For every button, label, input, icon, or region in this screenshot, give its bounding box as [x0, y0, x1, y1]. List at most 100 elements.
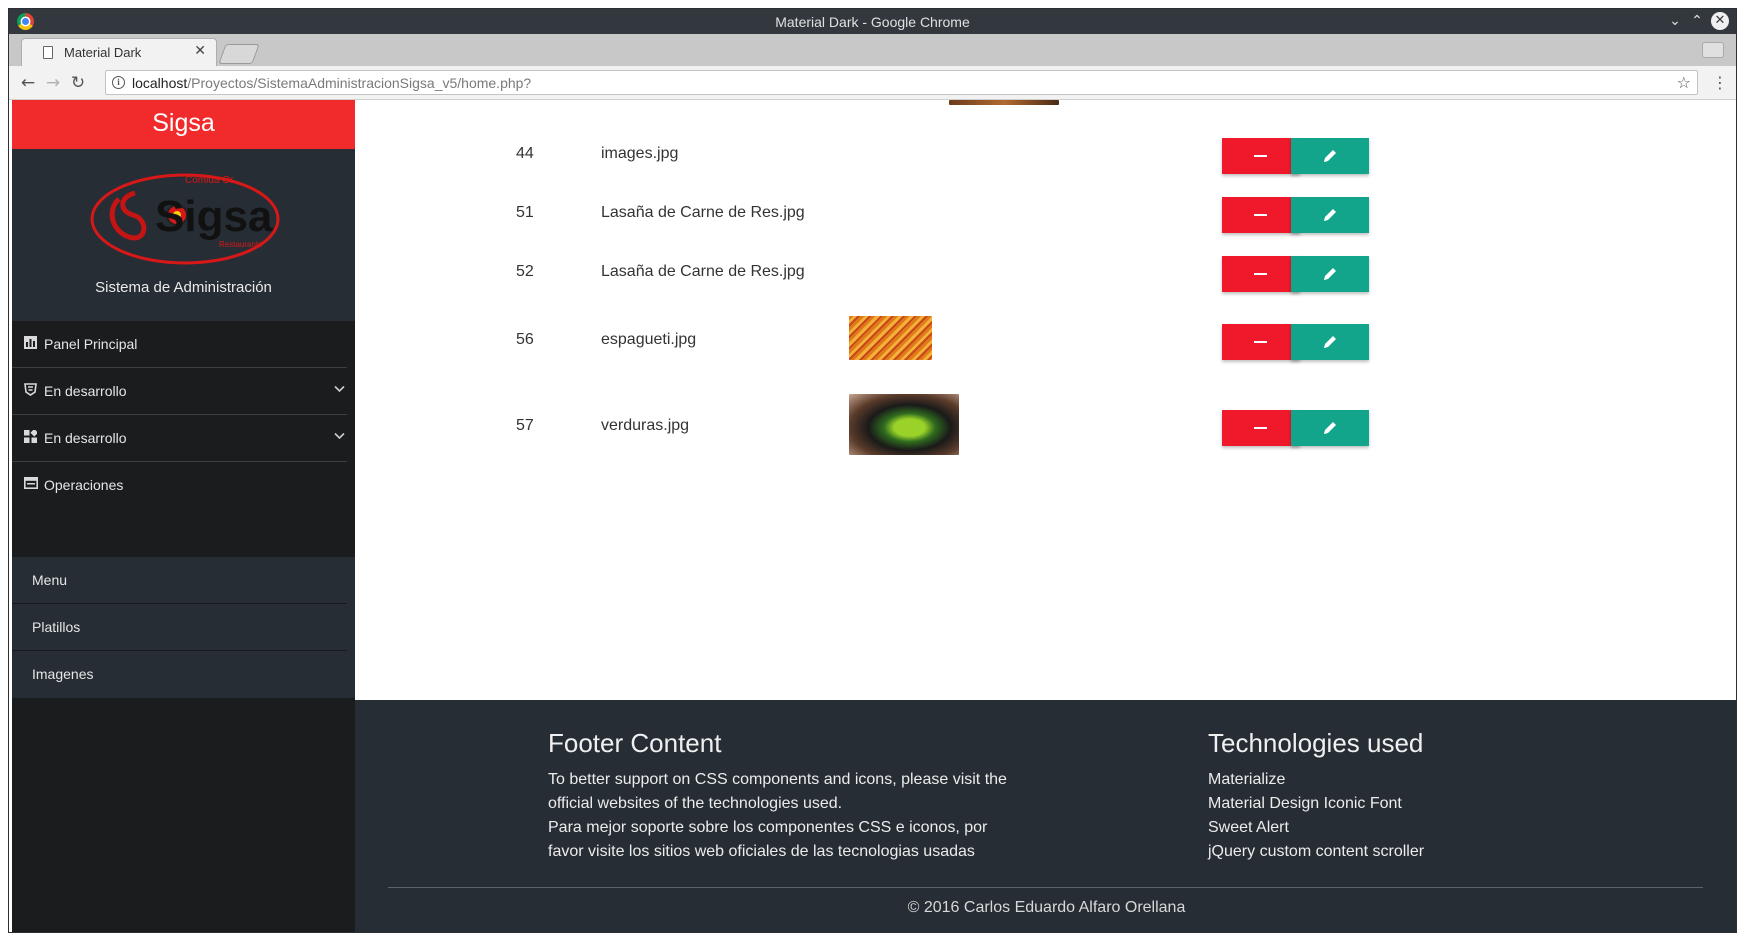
sidebar-item-label: Operaciones — [44, 477, 124, 493]
url-text[interactable]: localhost/Proyectos/SistemaAdministracio… — [132, 75, 531, 91]
row-id: 51 — [516, 204, 534, 221]
sidebar-menu: Panel Principal En desarrollo En desarro… — [12, 321, 355, 508]
info-icon[interactable]: i — [112, 76, 125, 89]
system-caption: Sistema de Administración — [95, 279, 272, 296]
vegetables-image — [849, 394, 959, 455]
edit-button[interactable] — [1291, 138, 1369, 174]
browser-toolbar: ← → ↻ i localhost/Proyectos/SistemaAdmin… — [9, 66, 1736, 100]
pencil-icon — [1324, 209, 1336, 221]
footer-line: favor visite los sitios web oficiales de… — [548, 843, 975, 860]
sigsa-logo: Sigsa Comida Or Restaurante — [90, 173, 280, 265]
profile-block: Sigsa Comida Or Restaurante Sistema de A… — [12, 149, 355, 321]
submenu-item-platillos[interactable]: Platillos — [12, 604, 347, 651]
footer-line: official websites of the technologies us… — [548, 795, 843, 812]
sidebar-item-label: Panel Principal — [44, 336, 138, 352]
minus-icon — [1254, 427, 1267, 429]
technologies-title: Technologies used — [1208, 728, 1424, 758]
edit-button[interactable] — [1291, 256, 1369, 292]
minus-icon — [1254, 214, 1267, 216]
browser-window: Material Dark - Google Chrome ⌄ ⌃ ✕ Mate… — [8, 8, 1737, 933]
brand-title[interactable]: Sigsa — [12, 100, 355, 149]
pencil-icon — [1324, 268, 1336, 280]
page-icon — [43, 46, 53, 59]
maximize-icon[interactable]: ⌃ — [1688, 12, 1706, 30]
page-footer: Footer Content To better support on CSS … — [355, 700, 1736, 932]
row-filename: verduras.jpg — [601, 417, 690, 434]
svg-text:Comida Or: Comida Or — [185, 175, 234, 186]
footer-divider — [388, 887, 1703, 888]
row-id: 52 — [516, 263, 534, 280]
css-icon — [24, 383, 38, 396]
pencil-icon — [1324, 336, 1336, 348]
row-filename: Lasaña de Carne de Res.jpg — [601, 204, 805, 221]
copyright: © 2016 Carlos Eduardo Alfaro Orellana — [907, 899, 1186, 916]
back-arrow-icon[interactable]: ← — [18, 73, 38, 93]
delete-button[interactable] — [1222, 256, 1300, 292]
svg-text:Sigsa: Sigsa — [155, 192, 273, 241]
sidebar-item-en-desarrollo-1[interactable]: En desarrollo — [12, 368, 347, 415]
chevron-down-icon — [334, 429, 345, 443]
window-icon — [24, 477, 38, 490]
tab-close-icon[interactable]: ✕ — [194, 43, 206, 59]
row-filename: Lasaña de Carne de Res.jpg — [601, 263, 805, 280]
edit-button[interactable] — [1291, 410, 1369, 446]
browser-menu-icon[interactable]: ⋮ — [1712, 73, 1728, 92]
reload-icon[interactable]: ↻ — [68, 73, 88, 93]
address-bar[interactable]: i localhost/Proyectos/SistemaAdministrac… — [105, 70, 1698, 95]
sidebar-item-en-desarrollo-2[interactable]: En desarrollo — [12, 415, 347, 462]
title-bar: Material Dark - Google Chrome ⌄ ⌃ ✕ — [9, 9, 1736, 34]
submenu-item-label: Imagenes — [32, 666, 94, 682]
tech-link-sweet-alert[interactable]: Sweet Alert — [1208, 816, 1424, 840]
operaciones-submenu: Menu Platillos Imagenes — [12, 557, 355, 698]
sidebar: Sigsa Sigsa Comida Or Restaurante Sistem… — [12, 100, 355, 932]
footer-line: Para mejor soporte sobre los componentes… — [548, 819, 988, 836]
minus-icon — [1254, 273, 1267, 275]
close-window-icon[interactable]: ✕ — [1711, 12, 1729, 30]
pencil-icon — [1324, 422, 1336, 434]
window-title: Material Dark - Google Chrome — [775, 14, 970, 30]
chevron-down-icon — [334, 382, 345, 396]
sidebar-item-operaciones[interactable]: Operaciones — [12, 462, 347, 508]
tech-link-iconic-font[interactable]: Material Design Iconic Font — [1208, 792, 1424, 816]
images-table: 44 images.jpg 51 Lasaña de Carne de Res.… — [355, 100, 1736, 700]
technologies-list: Materialize Material Design Iconic Font … — [1208, 768, 1424, 864]
chart-icon — [24, 336, 38, 349]
image-thumbnail — [949, 100, 1059, 105]
tab-strip: Material Dark ✕ — [9, 34, 1736, 66]
footer-content-text: To better support on CSS components and … — [548, 768, 1008, 864]
sidebar-item-label: En desarrollo — [44, 430, 127, 446]
tech-link-materialize[interactable]: Materialize — [1208, 768, 1424, 792]
sidebar-item-label: En desarrollo — [44, 383, 127, 399]
new-tab-button[interactable] — [218, 44, 260, 64]
widgets-icon — [24, 428, 39, 443]
minus-icon — [1254, 155, 1267, 157]
profile-icon[interactable] — [1702, 42, 1724, 58]
delete-button[interactable] — [1222, 197, 1300, 233]
delete-button[interactable] — [1222, 138, 1300, 174]
page-viewport: Sigsa Sigsa Comida Or Restaurante Sistem… — [9, 100, 1736, 932]
tech-link-scroller[interactable]: jQuery custom content scroller — [1208, 840, 1424, 864]
delete-button[interactable] — [1222, 410, 1300, 446]
footer-line: To better support on CSS components and … — [548, 771, 1007, 788]
edit-button[interactable] — [1291, 197, 1369, 233]
pencil-icon — [1324, 150, 1336, 162]
delete-button[interactable] — [1222, 324, 1300, 360]
submenu-item-imagenes[interactable]: Imagenes — [12, 651, 347, 698]
bookmark-star-icon[interactable]: ☆ — [1677, 73, 1691, 92]
footer-content-title: Footer Content — [548, 728, 722, 758]
browser-tab[interactable]: Material Dark ✕ — [21, 38, 217, 66]
row-id: 56 — [516, 331, 534, 348]
submenu-item-label: Menu — [32, 572, 68, 588]
tab-title: Material Dark — [64, 45, 142, 60]
row-id: 44 — [516, 145, 534, 162]
sidebar-item-panel-principal[interactable]: Panel Principal — [12, 321, 347, 368]
forward-arrow-icon[interactable]: → — [43, 73, 63, 93]
submenu-item-label: Platillos — [32, 619, 81, 635]
edit-button[interactable] — [1291, 324, 1369, 360]
svg-text:Restaurante: Restaurante — [219, 240, 263, 249]
minimize-icon[interactable]: ⌄ — [1666, 12, 1684, 30]
row-id: 57 — [516, 417, 534, 434]
row-filename: espagueti.jpg — [601, 331, 697, 348]
minus-icon — [1254, 341, 1267, 343]
submenu-item-menu[interactable]: Menu — [12, 557, 347, 604]
